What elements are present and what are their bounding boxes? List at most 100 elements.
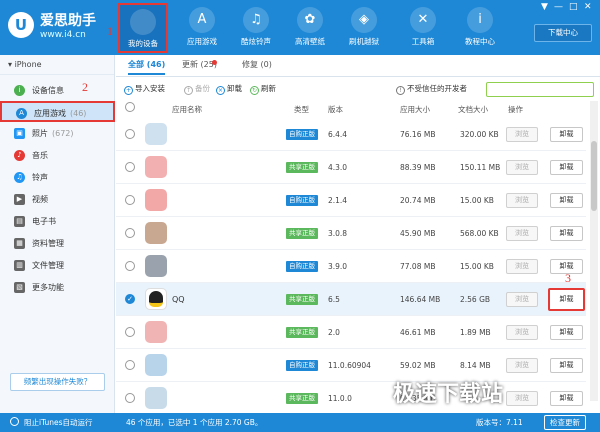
row-select-radio[interactable]: [125, 327, 135, 337]
col-app-size[interactable]: 应用大小: [400, 104, 430, 115]
table-row[interactable]: 自购正版 6.4.4 76.16 MB 320.00 KB 浏览 卸载: [116, 118, 586, 151]
nav-flash-jailbreak[interactable]: ◈ 刷机越狱: [339, 3, 389, 53]
col-doc-size[interactable]: 文档大小: [458, 104, 488, 115]
sidebar-item-apps[interactable]: A 应用游戏 (46): [0, 101, 115, 122]
table-row[interactable]: 自购正版 11.0.60904 59.02 MB 8.14 MB 浏览 卸载: [116, 349, 586, 382]
dropbox-icon: ◈: [351, 7, 377, 33]
app-icon: [145, 189, 167, 211]
table-row[interactable]: 共享正版 11.0.0 92.35 MB 浏览 卸载: [116, 382, 586, 415]
view-button[interactable]: 浏览: [506, 259, 538, 274]
nav-toolbox[interactable]: ✕ 工具箱: [398, 3, 448, 53]
nav-label: 我的设备: [128, 39, 158, 48]
uninstall-button[interactable]: 卸载: [550, 391, 583, 406]
view-button[interactable]: 浏览: [506, 391, 538, 406]
sidebar-item-device-info[interactable]: i 设备信息: [0, 80, 115, 101]
frequent-failure-button[interactable]: 频繁出现操作失败？: [10, 373, 105, 391]
search-input[interactable]: [486, 82, 594, 97]
sidebar-item-videos[interactable]: ▶ 视频: [0, 189, 115, 210]
uninstall-button[interactable]: 卸载: [550, 226, 583, 241]
cell-version: 6.5: [328, 295, 340, 304]
check-update-button[interactable]: 检查更新: [544, 415, 586, 430]
uninstall-button[interactable]: 卸载: [550, 127, 583, 142]
backup-label: 备份: [195, 84, 210, 93]
uninstall-button[interactable]: 卸载: [550, 160, 583, 175]
bell-icon: ♫: [243, 7, 269, 33]
video-icon: ▶: [14, 194, 25, 205]
itunes-toggle-icon[interactable]: [10, 417, 19, 426]
row-select-radio[interactable]: [125, 129, 135, 139]
info-icon: i: [467, 7, 493, 33]
table-row[interactable]: 自购正版 2.1.4 20.74 MB 15.00 KB 浏览 卸载: [116, 184, 586, 217]
row-select-radio[interactable]: [125, 261, 135, 271]
table-row[interactable]: 共享正版 2.0 46.61 MB 1.89 MB 浏览 卸载: [116, 316, 586, 349]
row-select-radio[interactable]: ✓: [125, 294, 135, 304]
col-name[interactable]: 应用名称: [172, 104, 202, 115]
app-title: 爱思助手: [40, 13, 96, 29]
sidebar-item-file-manage[interactable]: ▥ 文件管理: [0, 255, 115, 276]
row-select-radio[interactable]: [125, 228, 135, 238]
table-row[interactable]: 共享正版 3.0.8 45.90 MB 568.00 KB 浏览 卸载: [116, 217, 586, 250]
sidebar-item-data-manage[interactable]: ▦ 资料管理: [0, 233, 115, 254]
minimize-icon[interactable]: —: [554, 2, 563, 12]
sidebar-item-more[interactable]: ▧ 更多功能: [0, 277, 115, 298]
uninstall-toolbar-button[interactable]: × 卸载: [216, 83, 242, 95]
view-button[interactable]: 浏览: [506, 325, 538, 340]
table-row[interactable]: 自购正版 3.9.0 77.08 MB 15.00 KB 浏览 卸载: [116, 250, 586, 283]
row-select-radio[interactable]: [125, 195, 135, 205]
refresh-button[interactable]: ↻ 刷新: [250, 83, 276, 95]
backup-button[interactable]: ↑ 备份: [184, 83, 210, 95]
nav-wallpapers[interactable]: ✿ 高清壁纸: [285, 3, 335, 53]
import-install-button[interactable]: + 导入安装: [124, 83, 165, 95]
view-button[interactable]: 浏览: [506, 226, 538, 241]
maximize-icon[interactable]: □: [569, 2, 578, 12]
uninstall-button[interactable]: 卸载: [548, 288, 585, 311]
tab-repair[interactable]: 修复 (0): [242, 59, 272, 70]
untrusted-developer-link[interactable]: ! 不受信任的开发者: [396, 83, 467, 95]
nav-apps-games[interactable]: A 应用游戏: [177, 3, 227, 53]
data-icon: ▦: [14, 238, 25, 249]
sidebar-item-ringtones[interactable]: ♫ 铃声: [0, 167, 115, 188]
col-version[interactable]: 版本: [328, 104, 343, 115]
scroll-thumb[interactable]: [591, 141, 597, 211]
table-row[interactable]: ✓ QQ 共享正版 6.5 146.64 MB 2.56 GB 浏览 卸载: [116, 283, 586, 316]
sidebar-item-label: 电子书: [32, 217, 56, 226]
cell-app-size: 88.39 MB: [400, 163, 436, 172]
view-button[interactable]: 浏览: [506, 160, 538, 175]
cell-version: 2.0: [328, 328, 340, 337]
close-icon[interactable]: ✕: [584, 2, 592, 12]
view-button[interactable]: 浏览: [506, 127, 538, 142]
download-center-button[interactable]: 下载中心: [534, 24, 592, 42]
uninstall-button[interactable]: 卸载: [550, 325, 583, 340]
nav-my-device[interactable]: 我的设备: [118, 3, 168, 53]
uninstall-button[interactable]: 卸载: [550, 193, 583, 208]
menu-dropdown-icon[interactable]: ▼: [541, 2, 548, 12]
device-selector[interactable]: ▾ iPhone: [0, 55, 114, 75]
uninstall-button[interactable]: 卸载: [550, 358, 583, 373]
sidebar-item-ebooks[interactable]: ▤ 电子书: [0, 211, 115, 232]
cell-doc-size: 150.11 MB: [460, 163, 501, 172]
table-header: 应用名称 类型 版本 应用大小 文档大小 操作: [116, 101, 586, 116]
sidebar-item-photos[interactable]: ▣ 照片 (672): [0, 123, 115, 144]
row-select-radio[interactable]: [125, 393, 135, 403]
cell-version: 6.4.4: [328, 130, 348, 139]
view-button[interactable]: 浏览: [506, 193, 538, 208]
nav-tutorials[interactable]: i 教程中心: [455, 3, 505, 53]
tab-all[interactable]: 全部 (46): [128, 59, 166, 75]
col-type[interactable]: 类型: [294, 104, 309, 115]
row-select-radio[interactable]: [125, 360, 135, 370]
update-dot: [212, 60, 217, 65]
table-row[interactable]: 共享正版 4.3.0 88.39 MB 150.11 MB 浏览 卸载: [116, 151, 586, 184]
block-itunes-label[interactable]: 阻止iTunes自动运行: [24, 417, 93, 428]
license-type-badge: 自购正版: [286, 129, 318, 140]
license-type-badge: 共享正版: [286, 327, 318, 338]
row-select-radio[interactable]: [125, 162, 135, 172]
scrollbar[interactable]: [590, 101, 598, 401]
select-all-radio[interactable]: [125, 102, 135, 112]
nav-ringtones[interactable]: ♫ 酷炫铃声: [231, 3, 281, 53]
sidebar-item-music[interactable]: ♪ 音乐: [0, 145, 115, 166]
import-label: 导入安装: [135, 84, 165, 93]
view-button[interactable]: 浏览: [506, 358, 538, 373]
backup-icon: ↑: [184, 86, 193, 95]
book-icon: ▤: [14, 216, 25, 227]
view-button[interactable]: 浏览: [506, 292, 538, 307]
